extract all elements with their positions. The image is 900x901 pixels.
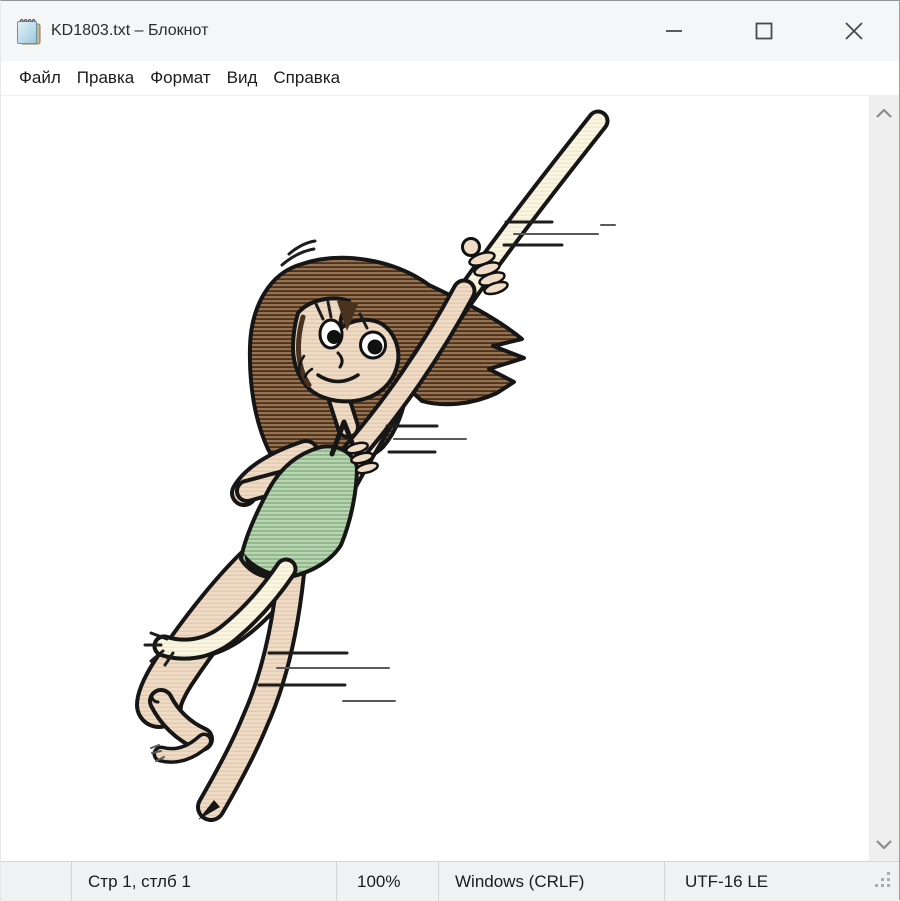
notepad-window: KD1803.txt – Блокнот Файл Правка Формат	[0, 0, 900, 900]
caption-buttons	[629, 1, 899, 61]
menu-bar: Файл Правка Формат Вид Справка	[1, 61, 899, 96]
menu-format[interactable]: Формат	[142, 61, 218, 95]
status-line-ending: Windows (CRLF)	[438, 862, 664, 901]
menu-edit[interactable]: Правка	[69, 61, 142, 95]
maximize-icon	[754, 21, 774, 41]
notepad-icon	[15, 17, 42, 46]
status-encoding: UTF-16 LE	[664, 862, 900, 901]
swinging-girl-illustration	[1, 96, 869, 861]
vertical-scrollbar[interactable]	[869, 96, 899, 861]
text-area[interactable]	[1, 96, 899, 861]
menu-file[interactable]: Файл	[11, 61, 69, 95]
illustration-group	[145, 121, 615, 820]
chevron-down-icon	[876, 840, 892, 849]
close-icon	[843, 20, 865, 42]
status-cursor-position: Стр 1, стлб 1	[71, 862, 336, 901]
minimize-icon	[664, 21, 684, 41]
menu-help[interactable]: Справка	[265, 61, 348, 95]
status-zoom-level: 100%	[336, 862, 438, 901]
maximize-button[interactable]	[719, 1, 809, 61]
close-button[interactable]	[809, 1, 899, 61]
status-empty-cell	[1, 862, 71, 901]
scroll-down-button[interactable]	[869, 829, 899, 859]
scroll-up-button[interactable]	[869, 98, 899, 128]
minimize-button[interactable]	[629, 1, 719, 61]
title-bar[interactable]: KD1803.txt – Блокнот	[1, 1, 899, 61]
menu-view[interactable]: Вид	[219, 61, 266, 95]
status-bar: Стр 1, стлб 1 100% Windows (CRLF) UTF-16…	[1, 861, 899, 901]
chevron-up-icon	[876, 109, 892, 118]
resize-grip-icon[interactable]	[871, 868, 893, 895]
window-title: KD1803.txt – Блокнот	[51, 22, 208, 40]
